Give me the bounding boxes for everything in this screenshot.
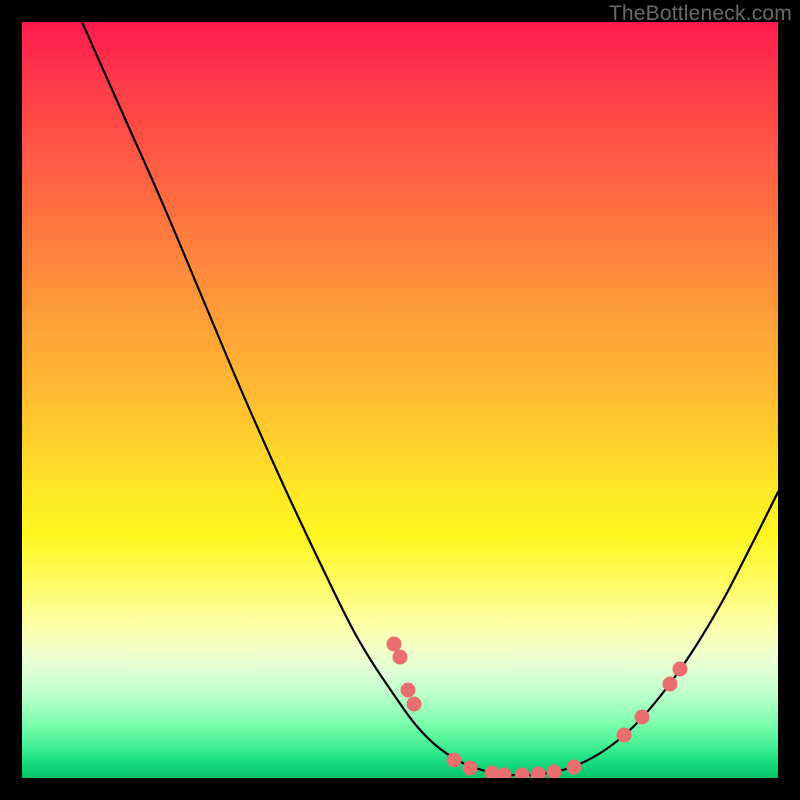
data-point (393, 650, 408, 665)
data-point (531, 767, 546, 779)
data-point (463, 761, 478, 776)
watermark-text: TheBottleneck.com (609, 2, 792, 26)
data-point (401, 683, 416, 698)
data-point (547, 765, 562, 779)
bottleneck-curve (82, 22, 778, 775)
data-point (387, 637, 402, 652)
plot-area (22, 22, 778, 778)
data-point (663, 677, 678, 692)
data-point (635, 710, 650, 725)
data-points-group (387, 637, 688, 779)
data-point (407, 697, 422, 712)
chart-frame: TheBottleneck.com (0, 0, 800, 800)
data-point (617, 728, 632, 743)
data-point (497, 768, 512, 779)
data-point (515, 768, 530, 779)
data-point (567, 760, 582, 775)
data-point (447, 753, 462, 768)
curve-layer (22, 22, 778, 778)
data-point (673, 662, 688, 677)
